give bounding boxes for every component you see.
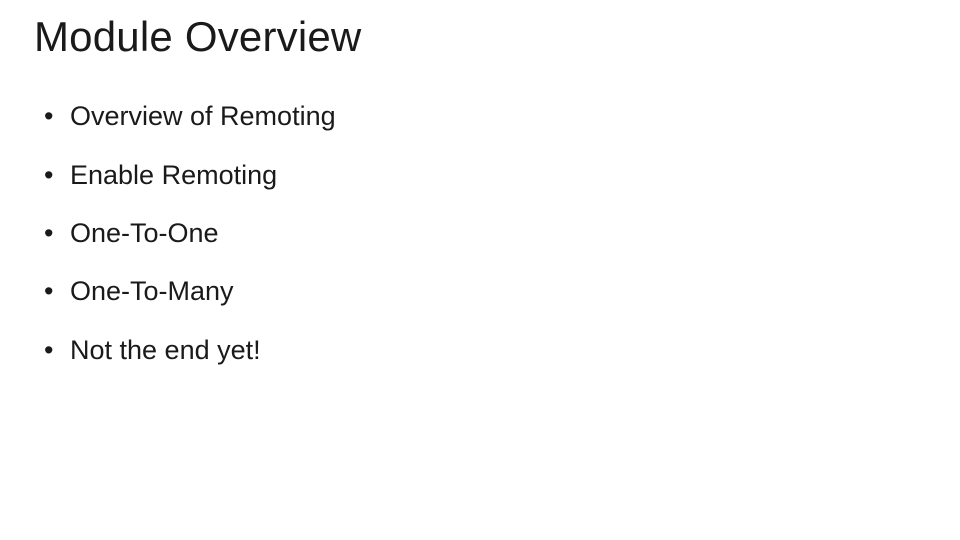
bullet-list: Overview of Remoting Enable Remoting One… <box>34 100 926 366</box>
list-item: One-To-Many <box>44 275 926 307</box>
list-item: Enable Remoting <box>44 159 926 191</box>
list-item: One-To-One <box>44 217 926 249</box>
slide-title: Module Overview <box>34 14 926 60</box>
list-item: Overview of Remoting <box>44 100 926 132</box>
list-item: Not the end yet! <box>44 334 926 366</box>
slide: Module Overview Overview of Remoting Ena… <box>0 0 960 540</box>
